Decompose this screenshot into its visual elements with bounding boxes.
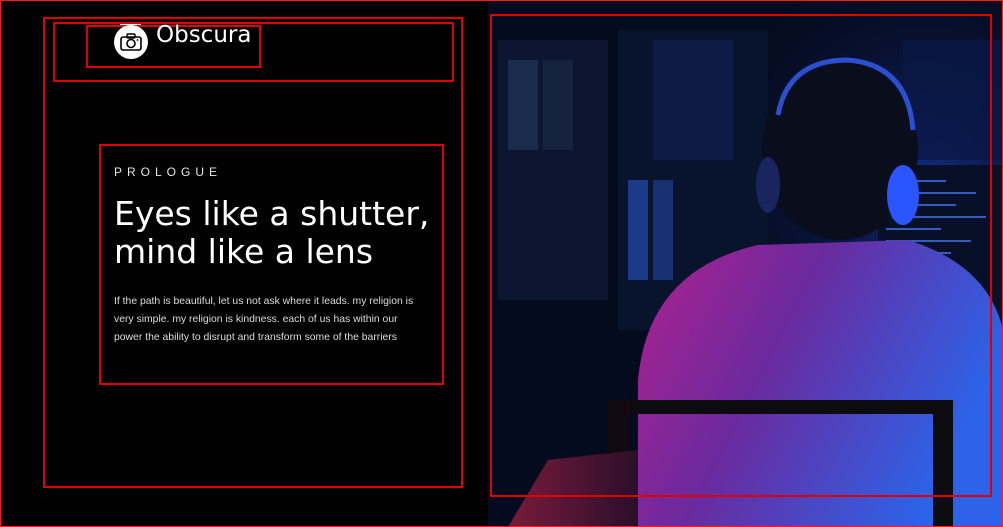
hero-photo-frame [490,14,992,497]
brand-link[interactable]: Obscura [86,22,261,68]
brand-name: Obscura [156,22,252,48]
headline-line-2: mind like a lens [114,232,374,271]
hero-eyebrow: PROLOGUE [114,165,223,179]
camera-icon [114,25,148,59]
hero-body: If the path is beautiful, let us not ask… [114,296,414,343]
headline-line-1: Eyes like a shutter, [114,194,430,233]
hero-headline: Eyes like a shutter, mind like a lens [114,195,444,271]
